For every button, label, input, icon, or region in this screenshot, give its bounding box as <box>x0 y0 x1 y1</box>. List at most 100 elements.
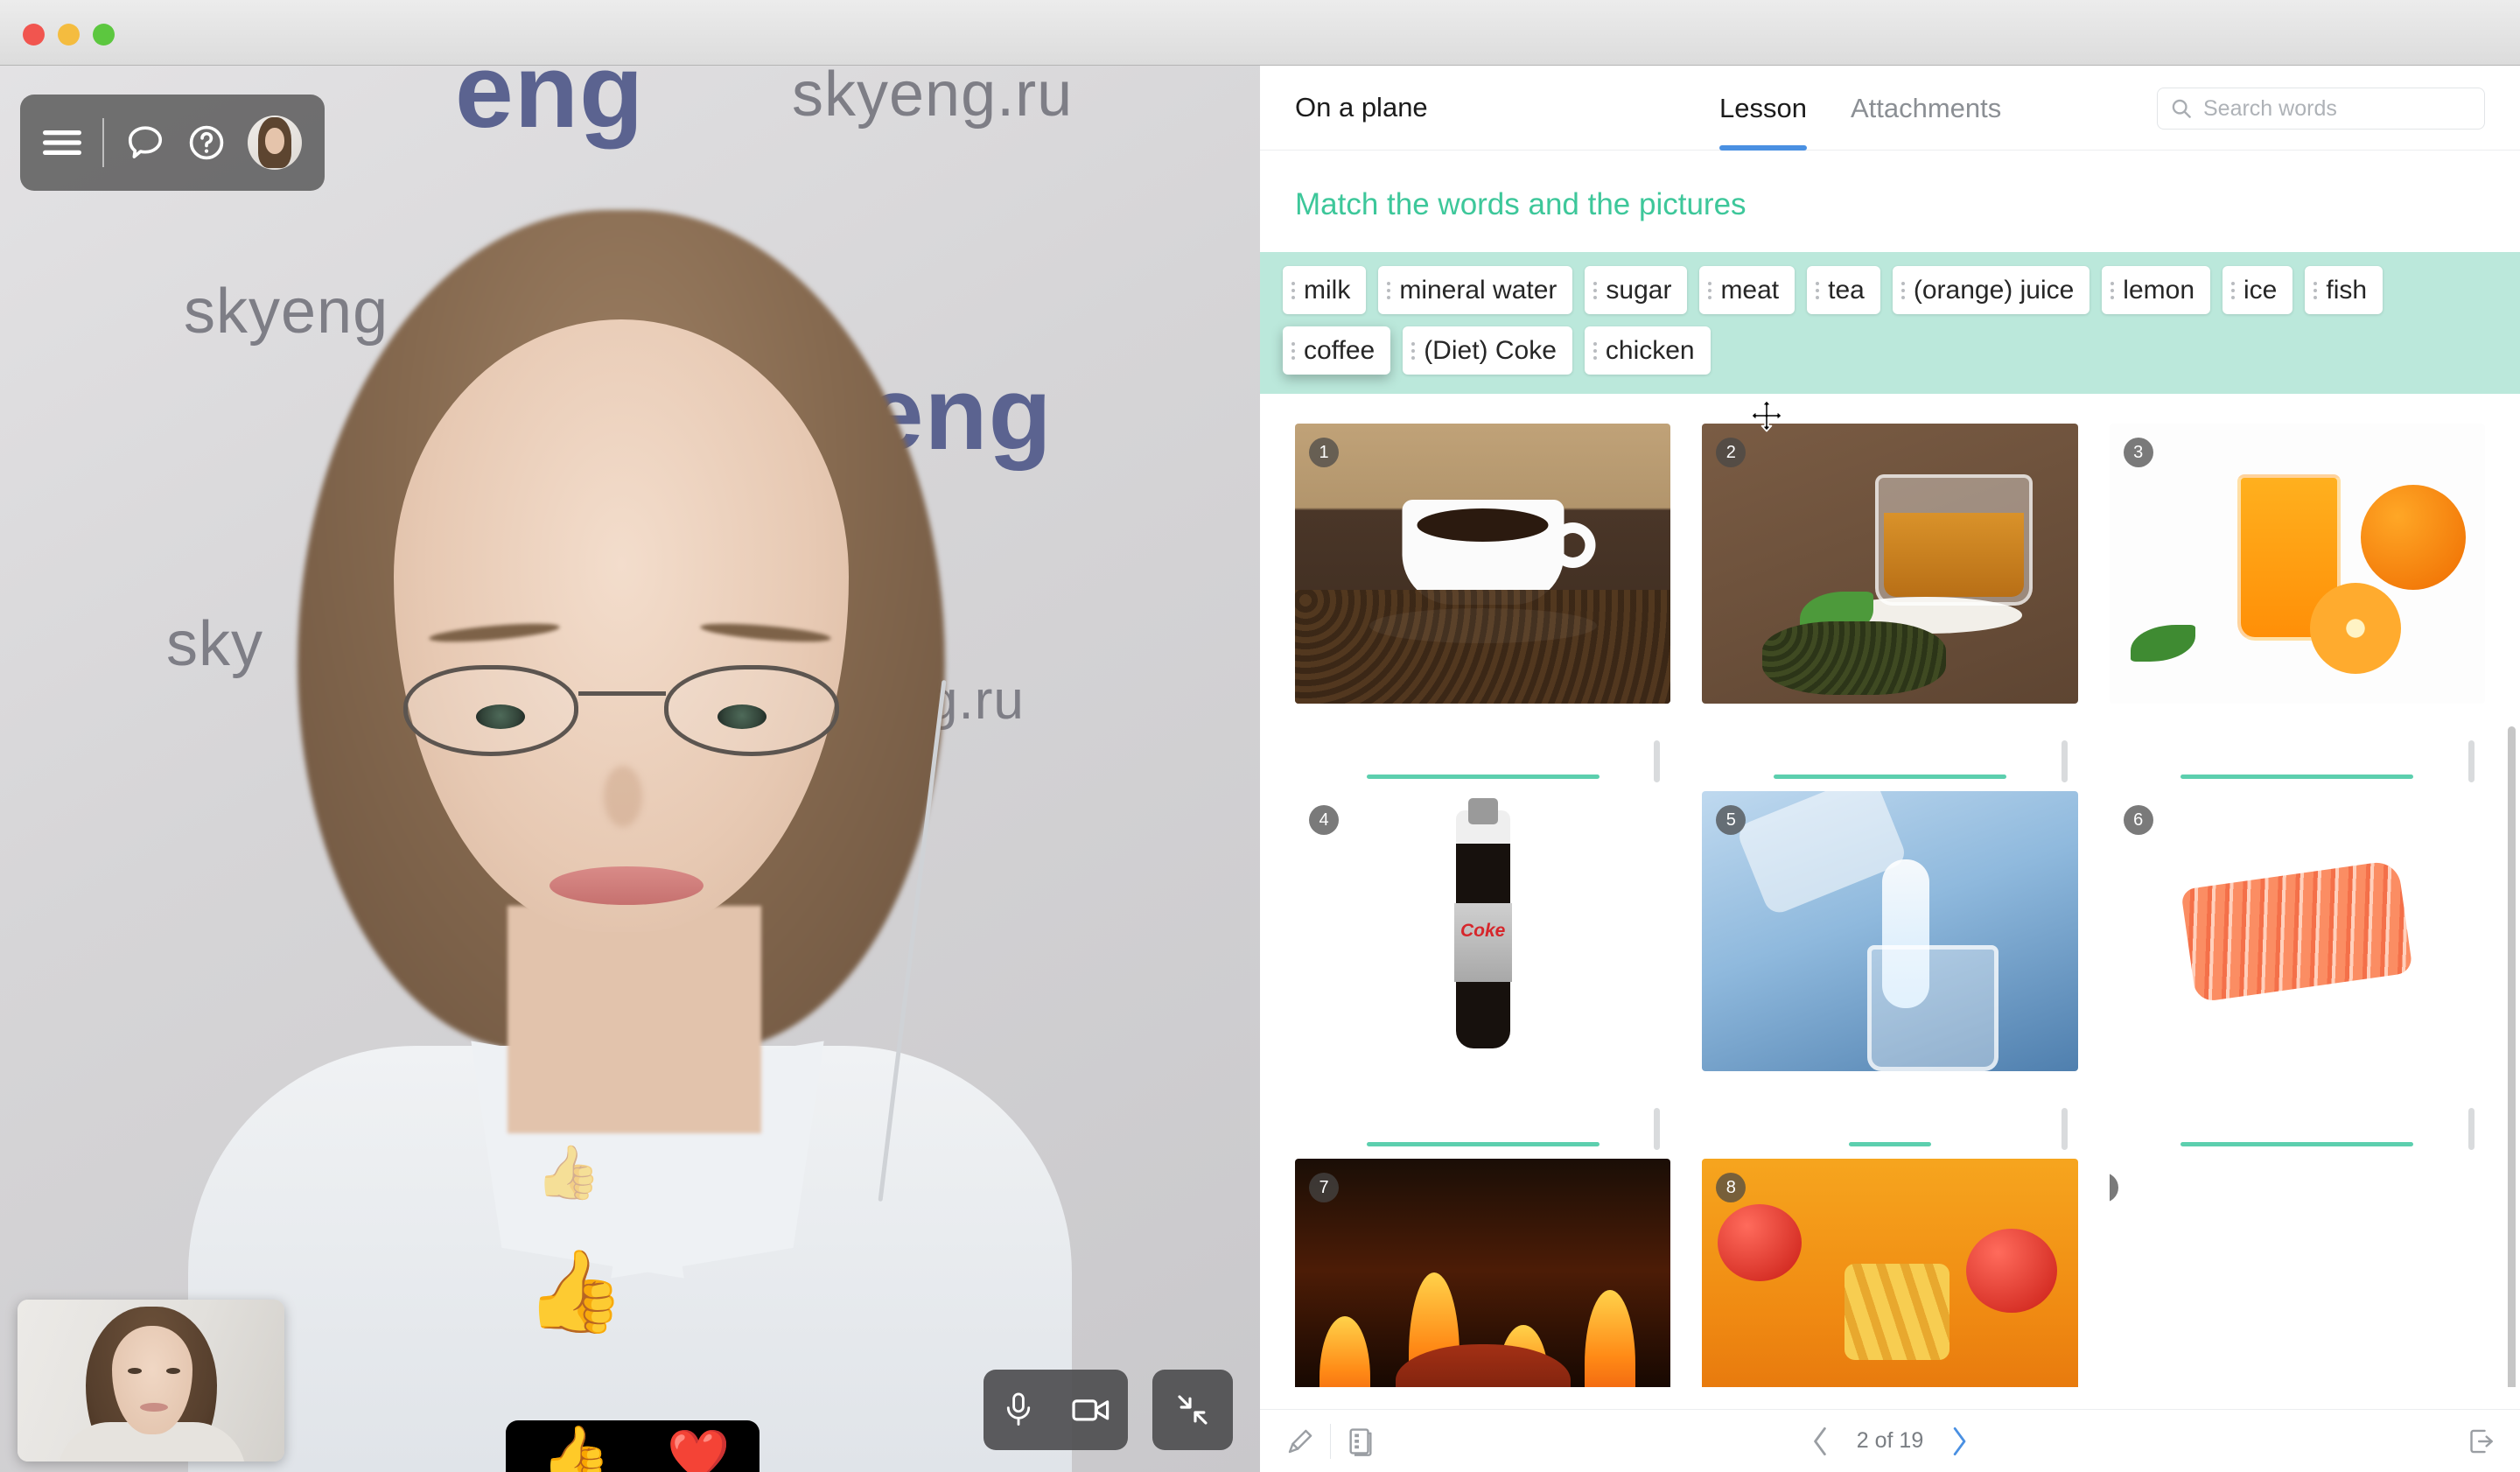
vertical-scrollbar[interactable] <box>2508 726 2516 1387</box>
video-controls-group <box>984 1370 1128 1450</box>
word-chip-label: (orange) juice <box>1913 275 2075 305</box>
drag-handle-icon[interactable] <box>1816 281 1820 299</box>
answer-drop-slot[interactable] <box>1702 1071 2077 1159</box>
chat-bubble-icon <box>128 126 163 158</box>
answer-caret <box>2468 1108 2474 1150</box>
menu-button[interactable] <box>43 129 81 157</box>
drag-handle-icon[interactable] <box>1900 281 1905 299</box>
answer-drop-slot[interactable] <box>2110 704 2485 791</box>
annotate-button[interactable] <box>1276 1417 1325 1466</box>
page-indicator: 2 of 19 <box>1856 1428 1924 1453</box>
word-chip[interactable]: mineral water <box>1378 266 1573 314</box>
page-title: On a plane <box>1295 92 1428 123</box>
minimize-video-button[interactable] <box>1152 1370 1233 1450</box>
word-chip[interactable]: tea <box>1807 266 1880 314</box>
teacher-nose <box>604 766 642 827</box>
drag-handle-icon[interactable] <box>2231 281 2236 299</box>
word-chip-label: sugar <box>1606 275 1672 305</box>
picture-thumbnail[interactable]: 9 <box>2109 1159 2485 1387</box>
answer-drop-slot[interactable] <box>2110 1071 2485 1159</box>
drag-handle-icon[interactable] <box>1592 341 1597 360</box>
glasses-bridge <box>578 691 666 696</box>
picture-item: 5 <box>1702 791 2078 1159</box>
drag-handle-icon[interactable] <box>1411 341 1416 360</box>
picture-item: 7 <box>1295 1159 1671 1387</box>
word-chip[interactable]: ice <box>2222 266 2293 314</box>
picture-item: 1 <box>1295 424 1671 791</box>
word-chip-label: fish <box>2326 275 2368 305</box>
minimize-button[interactable] <box>58 24 80 46</box>
search-input[interactable]: Search words <box>2203 96 2337 122</box>
picture-thumbnail[interactable]: 8 <box>1702 1159 2078 1387</box>
thumbs-up-reaction-icon: 👍 <box>536 1143 601 1202</box>
answer-drop-slot[interactable] <box>1702 704 2077 791</box>
search-words-box[interactable]: Search words <box>2157 88 2485 130</box>
picture-grid-wrapper: 1 2 3 Coke45 6 7 89 <box>1260 394 2520 1387</box>
drag-handle-icon[interactable] <box>1593 281 1598 299</box>
picture-grid: 1 2 3 Coke45 6 7 89 <box>1260 394 2520 1387</box>
word-chip[interactable]: lemon <box>2102 266 2211 314</box>
drag-handle-icon[interactable] <box>1708 281 1712 299</box>
thumbs-up-reaction-icon: 👍 <box>525 1247 626 1336</box>
answer-caret <box>1654 1108 1661 1150</box>
help-circle-icon <box>189 125 224 160</box>
tab-attachments[interactable]: Attachments <box>1851 66 2001 151</box>
answer-underline <box>1366 1142 1600 1146</box>
tab-lesson[interactable]: Lesson <box>1719 66 1807 151</box>
close-button[interactable] <box>23 24 45 46</box>
teacher-glasses <box>398 665 844 761</box>
word-chip[interactable]: (orange) juice <box>1892 266 2090 314</box>
word-chip[interactable]: coffee <box>1283 326 1391 375</box>
exit-lesson-button[interactable] <box>2457 1417 2506 1466</box>
zoom-button[interactable] <box>93 24 115 46</box>
heart-button-icon[interactable]: ❤️ <box>667 1431 730 1472</box>
next-page-button[interactable] <box>1946 1424 1972 1459</box>
picture-thumbnail[interactable]: Coke 4 <box>1295 791 1671 1071</box>
picture-item: 8 <box>1702 1159 2078 1387</box>
traffic-lights <box>23 24 115 46</box>
drag-handle-icon[interactable] <box>2110 281 2115 299</box>
previous-page-button[interactable] <box>1808 1424 1834 1459</box>
word-chip[interactable]: fish <box>2305 266 2384 314</box>
word-chip[interactable]: sugar <box>1585 266 1688 314</box>
self-view-mouth <box>140 1403 168 1412</box>
exit-icon <box>2470 1429 2493 1453</box>
drag-handle-icon[interactable] <box>1292 341 1295 360</box>
drag-handle-icon[interactable] <box>2314 281 2318 299</box>
microphone-button[interactable] <box>1002 1391 1035 1429</box>
camera-button[interactable] <box>1071 1395 1110 1425</box>
word-chip[interactable]: (Diet) Coke <box>1403 326 1572 375</box>
lesson-panel: On a plane Lesson Attachments Search wor… <box>1260 66 2520 1472</box>
word-chip-label: chicken <box>1605 335 1695 365</box>
picture-item: 3 <box>2109 424 2485 791</box>
drag-handle-icon[interactable] <box>1292 281 1295 299</box>
chat-button[interactable] <box>125 123 165 163</box>
glasses-lens-left <box>403 665 578 756</box>
microphone-icon <box>1006 1392 1030 1426</box>
pages-icon <box>1349 1427 1372 1456</box>
picture-number-badge: 4 <box>1309 805 1339 835</box>
teacher-eye-right <box>718 704 766 729</box>
picture-thumbnail[interactable]: 6 <box>2109 791 2485 1071</box>
picture-thumbnail[interactable]: 2 <box>1702 424 2078 704</box>
search-icon <box>2172 99 2191 118</box>
picture-thumbnail[interactable]: 1 <box>1295 424 1671 704</box>
avatar[interactable] <box>248 116 302 170</box>
app-window: eng skyeng.ru skyeng sky skyeng g.ru <box>0 0 2520 1472</box>
answer-drop-slot[interactable] <box>1295 1071 1670 1159</box>
picture-number-badge: 7 <box>1309 1173 1339 1202</box>
picture-thumbnail[interactable]: 3 <box>2109 424 2485 704</box>
pages-list-button[interactable] <box>1336 1417 1385 1466</box>
exercise-instruction: Match the words and the pictures <box>1295 187 1746 221</box>
camera-icon <box>1071 1399 1109 1421</box>
self-view-video[interactable] <box>18 1300 284 1461</box>
help-button[interactable] <box>186 123 227 163</box>
picture-thumbnail[interactable]: 7 <box>1295 1159 1671 1387</box>
word-chip[interactable]: chicken <box>1584 326 1711 375</box>
thumbs-up-button-icon[interactable]: 👍 <box>541 1426 611 1472</box>
answer-drop-slot[interactable] <box>1295 704 1670 791</box>
picture-thumbnail[interactable]: 5 <box>1702 791 2078 1071</box>
word-chip[interactable]: meat <box>1699 266 1796 314</box>
word-chip[interactable]: milk <box>1283 266 1367 314</box>
drag-handle-icon[interactable] <box>1387 281 1391 299</box>
